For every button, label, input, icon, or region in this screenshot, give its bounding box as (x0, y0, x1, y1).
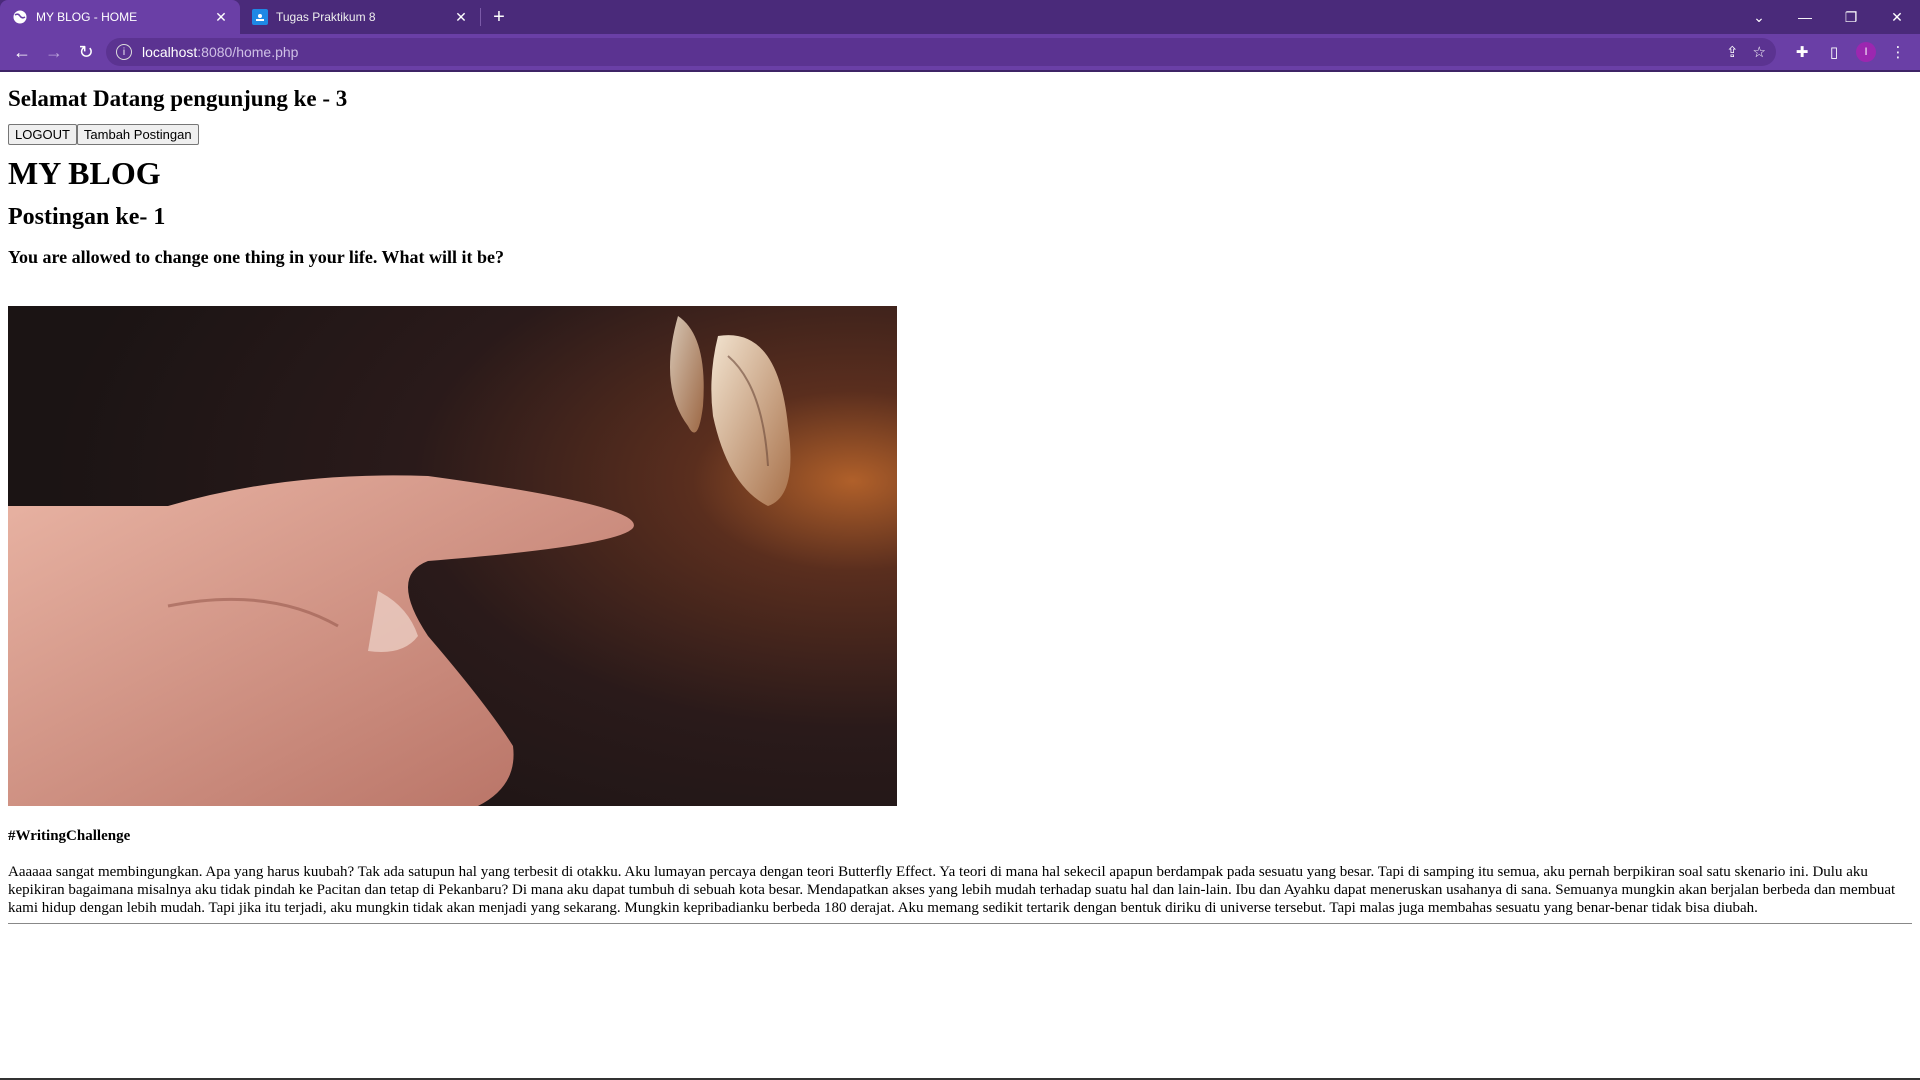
menu-icon[interactable]: ⋮ (1882, 43, 1914, 61)
tab-search-icon[interactable]: ⌄ (1736, 0, 1782, 34)
site-info-icon[interactable]: i (116, 44, 132, 60)
classroom-icon (252, 9, 268, 25)
post-heading: Postingan ke- 1 (8, 204, 166, 230)
window-controls: ⌄ — ❐ ✕ (1736, 0, 1920, 34)
tab-tugas-praktikum[interactable]: Tugas Praktikum 8 ✕ (240, 0, 480, 34)
tab-title: Tugas Praktikum 8 (276, 10, 376, 24)
new-tab-icon[interactable]: + (481, 0, 517, 34)
url-host: localhost (142, 44, 198, 60)
extensions-icon[interactable]: ✚ (1786, 43, 1818, 61)
minimize-icon[interactable]: — (1782, 0, 1828, 34)
close-tab-icon[interactable]: ✕ (452, 9, 470, 26)
tab-my-blog[interactable]: MY BLOG - HOME ✕ (0, 0, 240, 34)
logout-button[interactable]: LOGOUT (8, 124, 77, 145)
share-icon[interactable]: ⇪ (1726, 43, 1739, 61)
address-bar[interactable]: i localhost:8080/home.php ⇪ ☆ (106, 38, 1776, 66)
add-post-button[interactable]: Tambah Postingan (76, 124, 199, 145)
url-path: :8080/home.php (197, 44, 299, 60)
action-buttons: LOGOUT Tambah Postingan (8, 124, 1912, 145)
blog-title: MY BLOG (8, 155, 161, 191)
restore-icon[interactable]: ❐ (1828, 0, 1874, 34)
profile-avatar[interactable]: I (1856, 42, 1876, 62)
post-question: You are allowed to change one thing in y… (8, 247, 505, 267)
welcome-heading: Selamat Datang pengunjung ke - 3 (8, 86, 348, 111)
browser-toolbar: ← → ↻ i localhost:8080/home.php ⇪ ☆ ✚ ▯ … (0, 34, 1920, 70)
toolbar-divider (0, 70, 1920, 72)
globe-icon (12, 9, 28, 25)
page-content: Selamat Datang pengunjung ke - 3 LOGOUT … (0, 86, 1920, 924)
forward-icon[interactable]: → (38, 36, 70, 68)
post-tag: #WritingChallenge (8, 828, 131, 844)
reload-icon[interactable]: ↻ (70, 36, 102, 68)
close-window-icon[interactable]: ✕ (1874, 0, 1920, 34)
close-tab-icon[interactable]: ✕ (212, 9, 230, 26)
post-divider (8, 923, 1912, 924)
tab-title: MY BLOG - HOME (36, 10, 138, 24)
back-icon[interactable]: ← (6, 36, 38, 68)
post-body: Aaaaaa sangat membingungkan. Apa yang ha… (8, 864, 1896, 916)
side-panel-icon[interactable]: ▯ (1818, 43, 1850, 61)
tab-strip: MY BLOG - HOME ✕ Tugas Praktikum 8 ✕ + ⌄… (0, 0, 1920, 34)
post-image (8, 306, 897, 806)
bookmark-star-icon[interactable]: ☆ (1753, 43, 1766, 61)
